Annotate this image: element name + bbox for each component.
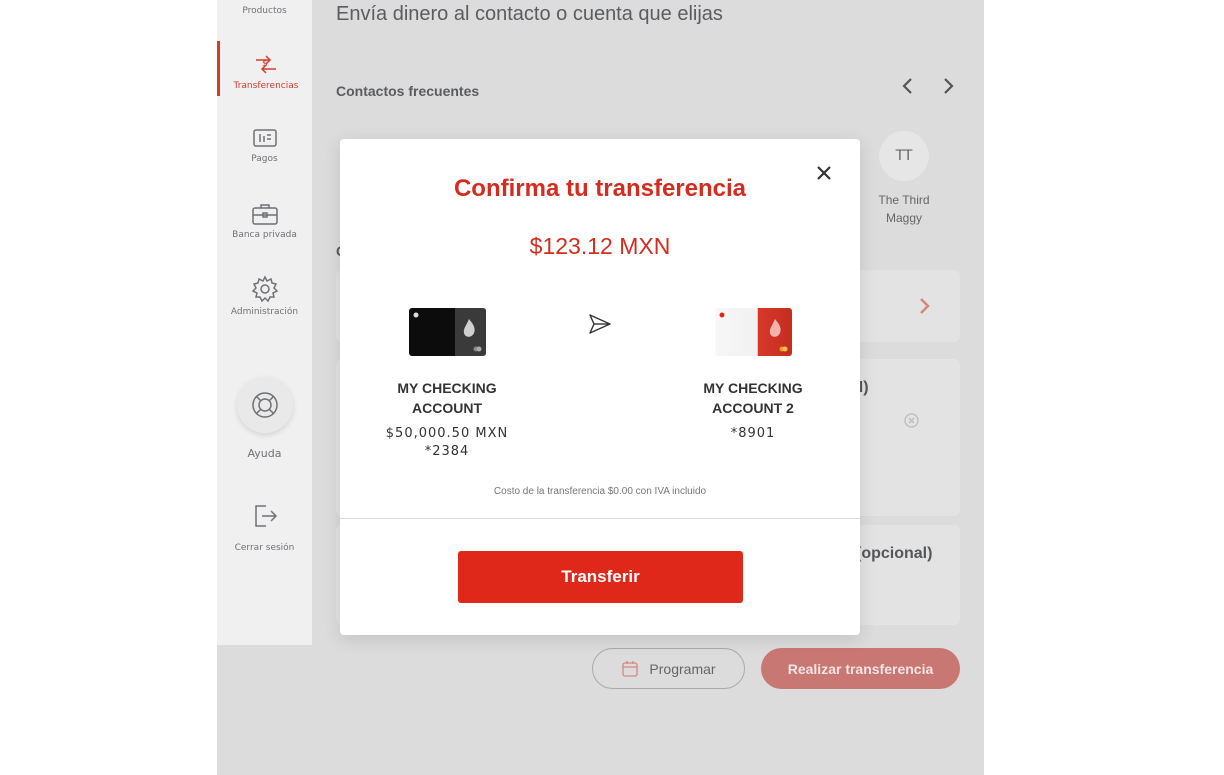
source-account-number: *2384 — [424, 444, 470, 459]
send-arrow — [588, 312, 612, 340]
sidebar-item-administracion[interactable]: Administración — [217, 275, 312, 317]
logout-button[interactable]: Cerrar sesión — [217, 503, 312, 553]
briefcase-icon — [251, 204, 278, 225]
card-network-icon — [473, 346, 481, 352]
logout-label: Cerrar sesión — [234, 543, 295, 553]
transfer-amount: $123.12 MXN — [529, 233, 671, 259]
prev-contacts-button[interactable] — [896, 74, 920, 98]
sidebar-item-label: Banca privada — [232, 230, 297, 240]
flame-logo-icon — [413, 312, 418, 318]
payments-icon — [252, 129, 277, 147]
sidebar-item-transferencias[interactable]: $ Transferencias — [217, 41, 312, 96]
lifebuoy-icon — [251, 392, 278, 418]
schedule-label: Programar — [649, 660, 716, 677]
sidebar-item-label: Pagos — [251, 154, 278, 164]
help-circle — [236, 377, 293, 433]
sidebar-item-productos[interactable]: Productos — [217, 2, 312, 16]
sidebar-item-pagos[interactable]: Pagos — [217, 128, 312, 164]
transfer-icon: $ — [256, 55, 276, 74]
avatar: TT — [879, 131, 929, 181]
chevron-right-icon — [920, 298, 930, 314]
destination-account-number: *8901 — [730, 426, 776, 441]
svg-text:$: $ — [262, 59, 268, 69]
contact-name: The Third Maggy — [867, 191, 941, 227]
source-account-name: MY CHECKING ACCOUNT — [397, 380, 497, 416]
flame-logo-icon — [719, 312, 724, 318]
sidebar-item-label: Administración — [230, 307, 299, 317]
source-account-balance: $50,000.50 MXN — [385, 426, 509, 441]
divider — [340, 518, 860, 519]
red-card-image — [714, 308, 792, 356]
transfer-button[interactable]: Transferir — [458, 551, 743, 603]
sidebar-item-banca-privada[interactable]: Banca privada — [217, 202, 312, 240]
page-subtitle: Envía dinero al contacto o cuenta que el… — [336, 3, 723, 25]
sidebar: Productos $ Transferencias Pagos Banca p… — [217, 0, 312, 645]
chevron-left-icon — [902, 78, 912, 94]
black-card-image — [408, 308, 486, 356]
clear-icon[interactable] — [904, 413, 919, 428]
modal-title: Confirma tu transferencia — [453, 175, 747, 202]
help-button[interactable]: Ayuda — [217, 377, 312, 460]
destination-account: MY CHECKING ACCOUNT 2 *8901 — [668, 308, 838, 441]
flame-logo-icon — [769, 319, 781, 337]
contact-name-line2: Maggy — [885, 211, 923, 225]
card-network-icon — [779, 346, 787, 352]
confirm-transfer-modal: Confirma tu transferencia $123.12 MXN MY… — [340, 139, 860, 635]
transfer-fee-note: Costo de la transferencia $0.00 con IVA … — [493, 486, 707, 497]
contact-name-line1: The Third — [878, 193, 930, 207]
sidebar-item-label: Productos — [242, 6, 287, 16]
frequent-contacts-title: Contactos frecuentes — [336, 83, 480, 99]
next-contacts-button[interactable] — [936, 74, 960, 98]
make-transfer-button[interactable]: Realizar transferencia — [761, 648, 960, 689]
source-account: MY CHECKING ACCOUNT $50,000.50 MXN *2384 — [362, 308, 532, 459]
flame-logo-icon — [463, 319, 475, 337]
gear-icon — [251, 275, 278, 303]
chevron-right-icon — [944, 78, 954, 94]
sidebar-item-label: Transferencias — [233, 81, 299, 91]
destination-account-name: MY CHECKING ACCOUNT 2 — [703, 380, 803, 416]
schedule-button[interactable]: Programar — [592, 648, 745, 689]
help-label: Ayuda — [247, 447, 282, 460]
paper-plane-icon — [589, 314, 611, 334]
contact-item[interactable]: TT The Third Maggy — [867, 131, 941, 227]
logout-icon — [254, 505, 277, 527]
calendar-clock-icon — [622, 660, 639, 677]
concept-optional-partial: (opcional) — [856, 545, 933, 562]
